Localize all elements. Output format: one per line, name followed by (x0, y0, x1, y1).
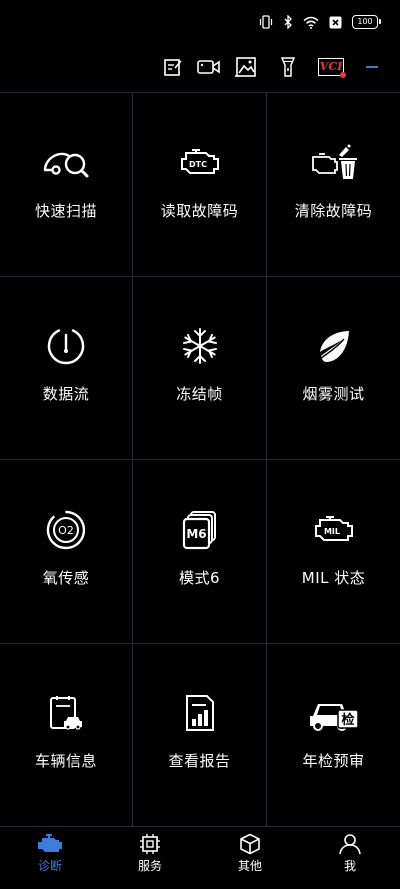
mode6-label: 模式6 (178, 568, 221, 587)
mode6-icon: M6 (175, 505, 225, 555)
image-capture-icon (235, 57, 256, 77)
status-bar: 100 (0, 0, 400, 44)
sim-blocked-icon (329, 16, 342, 28)
quick-scan-icon (41, 138, 91, 188)
quick-scan-label: 快速扫描 (34, 201, 97, 220)
mil-status-icon: MIL (309, 505, 359, 555)
toolbar: VCI (0, 50, 400, 86)
dtc-badge-text: DTC (189, 160, 207, 169)
screenshot-button[interactable] (233, 54, 259, 80)
vehicle-info-label: 车辆信息 (34, 752, 97, 771)
read-dtc-label: 读取故障码 (160, 201, 239, 220)
annual-inspection-label: 年检预审 (302, 752, 365, 771)
vci-label: VCI (319, 60, 343, 73)
mil-status-tile[interactable]: MIL MIL 状态 (267, 460, 400, 644)
freeze-frame-snowflake-icon (175, 321, 225, 371)
video-camera-icon (197, 60, 220, 74)
clear-dtc-tile[interactable]: 清除故障码 (267, 93, 400, 277)
m6-badge-text: M6 (186, 527, 206, 541)
tab-me-label: 我 (343, 859, 356, 873)
oxygen-sensor-tile[interactable]: O2 氧传感 (0, 460, 133, 644)
view-report-icon (175, 688, 225, 738)
clear-dtc-label: 清除故障码 (294, 201, 373, 220)
view-report-tile[interactable]: 查看报告 (133, 643, 267, 827)
freeze-frame-tile[interactable]: 冻结帧 (133, 276, 267, 460)
vibrate-icon (259, 15, 273, 29)
person-icon (339, 834, 361, 855)
mode6-tile[interactable]: M6 模式6 (133, 460, 267, 644)
vci-status-dot (340, 72, 346, 78)
o2-badge-text: O2 (58, 524, 74, 537)
freeze-frame-label: 冻结帧 (176, 385, 223, 404)
read-dtc-tile[interactable]: DTC 读取故障码 (133, 93, 267, 277)
record-video-button[interactable] (196, 54, 222, 80)
flashlight-button[interactable] (275, 54, 301, 80)
mil-badge-text: MIL (323, 527, 339, 536)
data-stream-label: 数据流 (42, 385, 90, 404)
chip-icon (140, 834, 160, 854)
engine-icon (38, 834, 62, 852)
data-stream-tile[interactable]: 数据流 (0, 276, 133, 460)
notes-button[interactable] (160, 54, 186, 80)
mil-status-label: MIL 状态 (301, 568, 366, 587)
edit-note-icon (164, 59, 182, 76)
function-grid: 快速扫描 DTC 读取故障码 清除故障码 数据流 冻结帧 烟雾测试 O2 氧传感… (0, 92, 400, 827)
smoke-test-label: 烟雾测试 (302, 385, 365, 404)
data-stream-gauge-icon (41, 321, 91, 371)
tab-diagnosis-label: 诊断 (37, 859, 62, 873)
oxygen-sensor-icon: O2 (41, 505, 91, 555)
tab-other[interactable]: 其他 (200, 827, 300, 889)
oxygen-sensor-label: 氧传感 (42, 568, 90, 587)
wifi-icon (303, 16, 319, 29)
read-dtc-icon: DTC (175, 138, 225, 188)
tab-me[interactable]: 我 (300, 827, 400, 889)
annual-inspection-tile[interactable]: 检 年检预审 (267, 644, 400, 827)
clear-dtc-icon (309, 138, 359, 188)
tab-diagnosis[interactable]: 诊断 (0, 827, 100, 889)
battery-indicator: 100 (352, 15, 381, 29)
tab-service-label: 服务 (137, 859, 162, 873)
smoke-test-icon (309, 321, 359, 371)
inspection-badge-text: 检 (341, 712, 354, 728)
annual-inspection-icon: 检 (309, 688, 359, 738)
cube-icon (240, 833, 260, 855)
flashlight-icon (280, 57, 296, 77)
bluetooth-icon (284, 15, 292, 29)
vci-connection-button[interactable]: VCI (318, 58, 346, 78)
tab-other-label: 其他 (237, 859, 262, 873)
vehicle-info-icon (41, 688, 91, 738)
vehicle-info-tile[interactable]: 车辆信息 (0, 643, 133, 827)
collapse-toolbar-button[interactable] (366, 66, 378, 68)
status-icons: 100 (259, 13, 381, 31)
smoke-test-tile[interactable]: 烟雾测试 (267, 277, 400, 460)
bottom-tab-bar: 诊断 服务 其他 我 (0, 826, 400, 889)
quick-scan-tile[interactable]: 快速扫描 (0, 93, 133, 277)
view-report-label: 查看报告 (168, 752, 231, 771)
tab-service[interactable]: 服务 (100, 827, 200, 889)
